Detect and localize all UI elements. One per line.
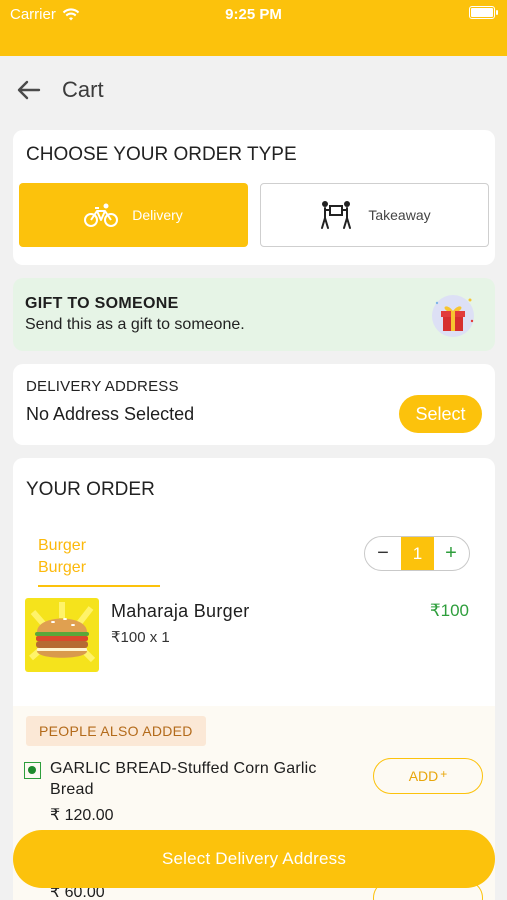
gift-title: GIFT TO SOMEONE (25, 295, 179, 312)
increase-quantity-button[interactable]: + (433, 537, 469, 570)
select-address-button[interactable]: Select (399, 395, 482, 433)
your-order-title: YOUR ORDER (26, 479, 155, 500)
delivery-option-button[interactable]: Delivery (19, 183, 248, 247)
battery-icon (469, 6, 498, 19)
order-category-label: Burger (38, 537, 87, 554)
order-type-card: CHOOSE YOUR ORDER TYPE Delivery Takeaway (13, 130, 495, 265)
add-button-label: ADD (408, 768, 439, 784)
delivery-option-label: Delivery (132, 207, 183, 223)
quantity-value: 1 (401, 537, 434, 570)
gift-subtitle: Send this as a gift to someone. (25, 316, 245, 333)
takeaway-icon (321, 201, 352, 229)
status-bar: Carrier 9:25 PM (0, 0, 507, 56)
page-title: Cart (62, 77, 104, 102)
nav-bar: Cart (0, 56, 507, 124)
bicycle-icon (84, 203, 119, 227)
back-button[interactable] (14, 76, 44, 104)
back-arrow-icon (17, 80, 41, 100)
category-underline (38, 585, 160, 587)
order-category-label: Burger (38, 559, 87, 576)
takeaway-option-button[interactable]: Takeaway (260, 183, 489, 247)
recommended-item-price: ₹ 120.00 (50, 807, 114, 824)
gift-icon (432, 295, 474, 337)
people-also-added-title: PEOPLE ALSO ADDED (26, 716, 206, 746)
order-type-title: CHOOSE YOUR ORDER TYPE (26, 144, 297, 165)
status-time: 9:25 PM (225, 6, 282, 23)
burger-image (25, 598, 99, 672)
decrease-quantity-button[interactable]: − (365, 537, 401, 570)
select-delivery-address-button[interactable]: Select Delivery Address (13, 830, 495, 888)
delivery-address-value: No Address Selected (26, 404, 195, 424)
recommended-item-name: GARLIC BREAD-Stuffed Corn Garlic Bread (50, 760, 317, 798)
add-recommended-item-button[interactable]: ADD + (373, 758, 483, 794)
delivery-address-card: DELIVERY ADDRESS No Address Selected Sel… (13, 364, 495, 445)
takeaway-option-label: Takeaway (368, 207, 431, 223)
gift-banner[interactable]: GIFT TO SOMEONE Send this as a gift to s… (13, 278, 495, 351)
add-plus-sign: + (440, 767, 448, 781)
delivery-address-label: DELIVERY ADDRESS (26, 378, 179, 395)
item-name: Maharaja Burger (111, 601, 250, 621)
item-unit-price: ₹100 x 1 (111, 629, 170, 646)
quantity-stepper: − 1 + (364, 536, 470, 571)
veg-indicator-icon (24, 762, 41, 779)
item-total-price: ₹100 (429, 601, 469, 620)
